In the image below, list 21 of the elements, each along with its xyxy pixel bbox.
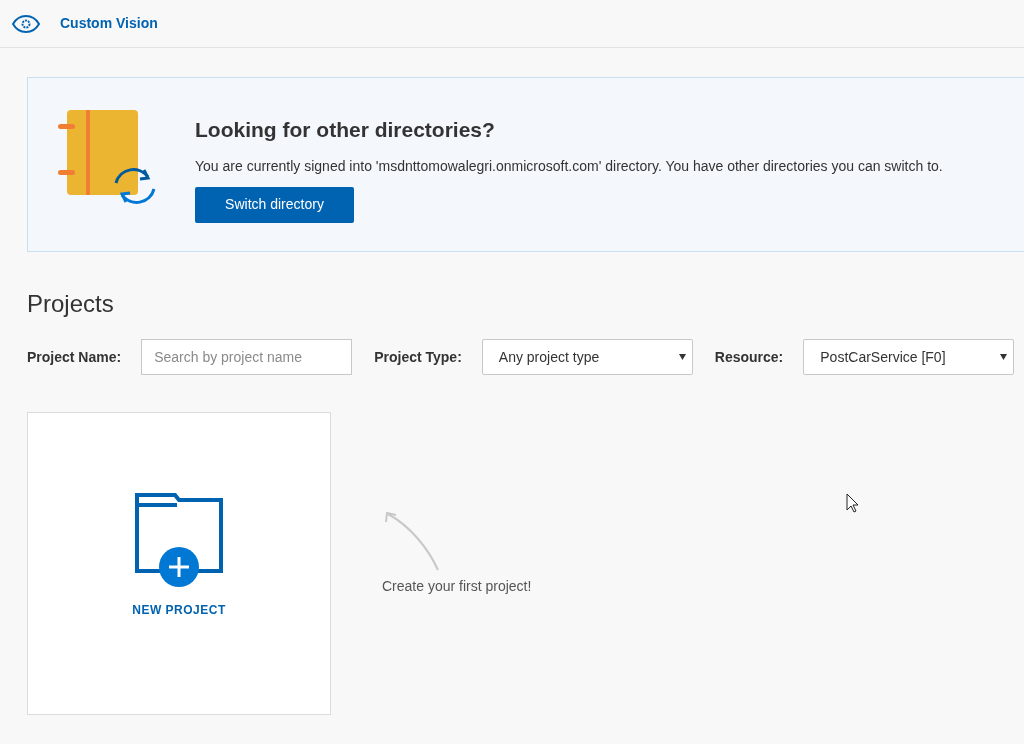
caret-icon [678, 354, 686, 360]
new-project-card[interactable]: NEW PROJECT [27, 412, 331, 715]
app-title[interactable]: Custom Vision [60, 13, 158, 34]
search-field[interactable]: Search by project name [141, 339, 353, 375]
new-project-label: NEW PROJECT [132, 602, 226, 619]
filter-label: Resource: [714, 347, 784, 367]
hint-text: Create your first project! [382, 577, 532, 596]
banner-heading: Looking for other directories? [195, 117, 495, 143]
banner-message: You are currently signed into 'msdnttomowalegri.onmicrosoft.com' directory. You have other directories you can switch to. [195, 156, 943, 176]
notebook-sync-icon [58, 110, 158, 206]
dropdown[interactable]: PostCarService [F0] [803, 339, 1015, 375]
mouse-pointer-icon [846, 493, 859, 513]
filter-label: Project Type: [374, 347, 462, 367]
switch-directory-button[interactable]: Switch directory [195, 186, 354, 223]
filter-label: Project Name: [27, 347, 122, 367]
dropdown[interactable]: Any project type [481, 339, 693, 375]
projects-heading: Projects [27, 289, 115, 319]
eye-icon [12, 14, 40, 33]
caret-icon [1000, 354, 1008, 360]
folder-plus-icon [135, 493, 223, 587]
curved-arrow-icon [382, 510, 442, 572]
